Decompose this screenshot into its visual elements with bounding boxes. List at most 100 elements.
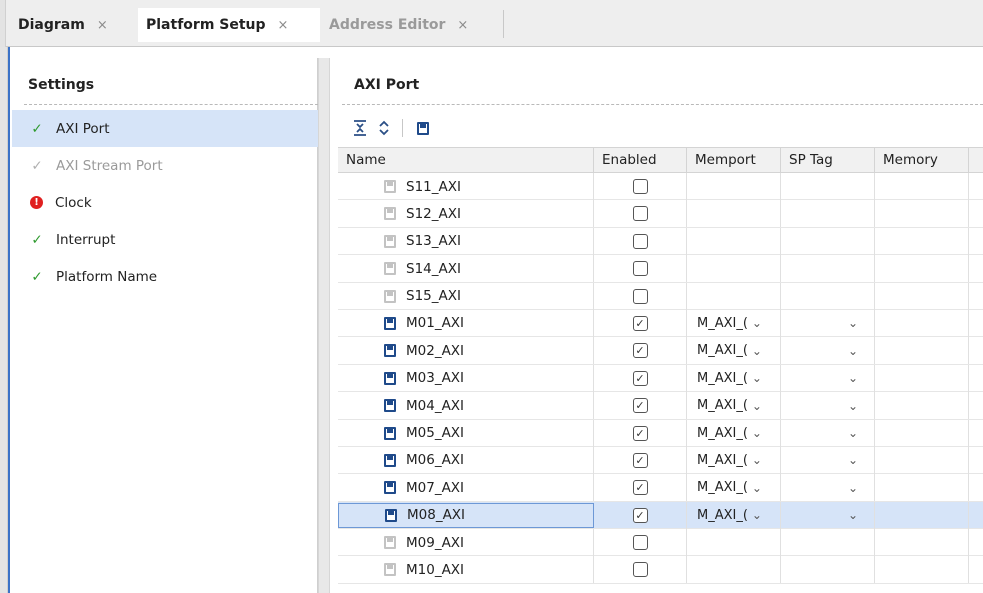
name-cell[interactable]: S15_AXI	[338, 282, 594, 310]
name-cell[interactable]: S12_AXI	[338, 200, 594, 228]
enabled-checkbox[interactable]	[632, 562, 648, 578]
chevron-down-icon[interactable]: ⌄	[752, 481, 762, 495]
chevron-down-icon[interactable]: ⌄	[848, 399, 858, 413]
memport-cell[interactable]: M_AXI_(⌄	[687, 392, 781, 420]
enabled-checkbox[interactable]: ✓	[632, 370, 648, 386]
table-row[interactable]: S13_AXI	[338, 227, 983, 256]
chevron-down-icon[interactable]: ⌄	[848, 453, 858, 467]
chevron-down-icon[interactable]: ⌄	[752, 426, 762, 440]
chevron-down-icon[interactable]: ⌄	[752, 371, 762, 385]
sp-tag-cell[interactable]: ⌄	[781, 364, 875, 392]
collapse-all-icon[interactable]	[350, 118, 370, 138]
name-cell[interactable]: S11_AXI	[338, 173, 594, 200]
enabled-checkbox[interactable]	[632, 288, 648, 304]
chevron-down-icon[interactable]: ⌄	[752, 344, 762, 358]
column-header-memory[interactable]: Memory	[875, 148, 969, 173]
table-row[interactable]: M07_AXI ✓ M_AXI_(⌄ ⌄	[338, 474, 983, 502]
name-cell[interactable]: M04_AXI	[338, 392, 594, 420]
settings-item-clock[interactable]: ! Clock	[12, 184, 318, 221]
name-cell[interactable]: M02_AXI	[338, 337, 594, 365]
chevron-down-icon[interactable]: ⌄	[752, 316, 762, 330]
memport-cell[interactable]: M_AXI_(⌄	[687, 309, 781, 337]
memport-cell[interactable]: M_AXI_(⌄	[687, 446, 781, 474]
tab-bar-edge	[0, 0, 6, 47]
enabled-checkbox[interactable]: ✓	[632, 480, 648, 496]
table-row[interactable]: M04_AXI ✓ M_AXI_(⌄ ⌄	[338, 392, 983, 420]
expand-all-icon[interactable]	[374, 118, 394, 138]
enabled-checkbox[interactable]: ✓	[632, 425, 648, 441]
sp-tag-cell[interactable]: ⌄	[781, 309, 875, 337]
close-icon[interactable]: ×	[97, 18, 108, 33]
tab-label: Platform Setup	[146, 17, 266, 33]
name-cell[interactable]: M07_AXI	[338, 474, 594, 502]
memport-cell[interactable]: M_AXI_(⌄	[687, 419, 781, 447]
table-row[interactable]: M09_AXI	[338, 529, 983, 557]
sp-tag-cell[interactable]: ⌄	[781, 392, 875, 420]
enabled-checkbox[interactable]	[632, 206, 648, 222]
sp-tag-cell[interactable]: ⌄	[781, 474, 875, 502]
table-row[interactable]: S11_AXI	[338, 173, 983, 201]
sp-tag-cell[interactable]: ⌄	[781, 446, 875, 474]
table-row[interactable]: M03_AXI ✓ M_AXI_(⌄ ⌄	[338, 364, 983, 393]
chevron-down-icon[interactable]: ⌄	[848, 508, 858, 522]
table-row[interactable]: M08_AXI ✓ M_AXI_(⌄ ⌄	[338, 501, 983, 530]
table-row[interactable]: M01_AXI ✓ M_AXI_(⌄ ⌄	[338, 309, 983, 338]
memport-cell[interactable]: M_AXI_(⌄	[687, 364, 781, 392]
pane-splitter[interactable]	[318, 58, 330, 593]
port-icon	[384, 207, 396, 221]
table-row[interactable]: S12_AXI	[338, 200, 983, 228]
name-cell[interactable]: M03_AXI	[338, 364, 594, 392]
enabled-checkbox[interactable]: ✓	[632, 315, 648, 331]
enabled-checkbox[interactable]: ✓	[632, 398, 648, 414]
settings-item-platform-name[interactable]: ✓ Platform Name	[12, 258, 318, 295]
chevron-down-icon[interactable]: ⌄	[848, 481, 858, 495]
enabled-checkbox[interactable]	[632, 179, 648, 194]
chevron-down-icon[interactable]: ⌄	[752, 508, 762, 522]
name-cell[interactable]: M10_AXI	[338, 556, 594, 584]
table-row[interactable]: M06_AXI ✓ M_AXI_(⌄ ⌄	[338, 446, 983, 475]
name-cell[interactable]: M09_AXI	[338, 529, 594, 557]
name-cell[interactable]: M05_AXI	[338, 419, 594, 447]
enabled-checkbox[interactable]	[632, 535, 648, 551]
enabled-checkbox[interactable]: ✓	[632, 452, 648, 468]
chevron-down-icon[interactable]: ⌄	[848, 316, 858, 330]
name-cell[interactable]: S14_AXI	[338, 255, 594, 283]
settings-item-interrupt[interactable]: ✓ Interrupt	[12, 221, 318, 258]
close-icon[interactable]: ×	[278, 18, 289, 33]
sp-tag-cell[interactable]: ⌄	[781, 337, 875, 365]
column-header-enabled[interactable]: Enabled	[594, 148, 687, 173]
name-cell[interactable]: S13_AXI	[338, 227, 594, 255]
column-header-name[interactable]: Name	[338, 148, 594, 173]
port-icon[interactable]	[413, 118, 433, 138]
chevron-down-icon[interactable]: ⌄	[752, 399, 762, 413]
enabled-checkbox[interactable]: ✓	[632, 507, 648, 523]
name-cell[interactable]: M01_AXI	[338, 309, 594, 337]
table-row[interactable]: S14_AXI	[338, 255, 983, 283]
settings-item-axi-port[interactable]: ✓ AXI Port	[12, 110, 318, 147]
name-cell[interactable]: M08_AXI	[338, 502, 594, 528]
sp-tag-cell[interactable]: ⌄	[781, 419, 875, 447]
enabled-checkbox[interactable]	[632, 261, 648, 277]
memport-cell[interactable]: M_AXI_(⌄	[687, 501, 781, 529]
enabled-checkbox[interactable]: ✓	[632, 343, 648, 359]
column-header-memport[interactable]: Memport	[687, 148, 781, 173]
settings-item-axi-stream-port[interactable]: ✓ AXI Stream Port	[12, 147, 318, 184]
chevron-down-icon[interactable]: ⌄	[848, 371, 858, 385]
memport-cell[interactable]: M_AXI_(⌄	[687, 474, 781, 502]
chevron-down-icon[interactable]: ⌄	[848, 426, 858, 440]
sp-tag-cell[interactable]: ⌄	[781, 501, 875, 529]
tab-platform-setup[interactable]: Platform Setup ×	[138, 8, 320, 42]
tab-address-editor[interactable]: Address Editor ×	[329, 8, 499, 42]
chevron-down-icon[interactable]: ⌄	[752, 453, 762, 467]
table-row[interactable]: M02_AXI ✓ M_AXI_(⌄ ⌄	[338, 337, 983, 365]
table-row[interactable]: M10_AXI	[338, 556, 983, 584]
memport-cell[interactable]: M_AXI_(⌄	[687, 337, 781, 365]
close-icon[interactable]: ×	[457, 18, 468, 33]
tab-diagram[interactable]: Diagram ×	[18, 8, 136, 42]
column-header-sp-tag[interactable]: SP Tag	[781, 148, 875, 173]
table-row[interactable]: S15_AXI	[338, 282, 983, 310]
name-cell[interactable]: M06_AXI	[338, 446, 594, 474]
chevron-down-icon[interactable]: ⌄	[848, 344, 858, 358]
table-row[interactable]: M05_AXI ✓ M_AXI_(⌄ ⌄	[338, 419, 983, 447]
enabled-checkbox[interactable]	[632, 233, 648, 249]
